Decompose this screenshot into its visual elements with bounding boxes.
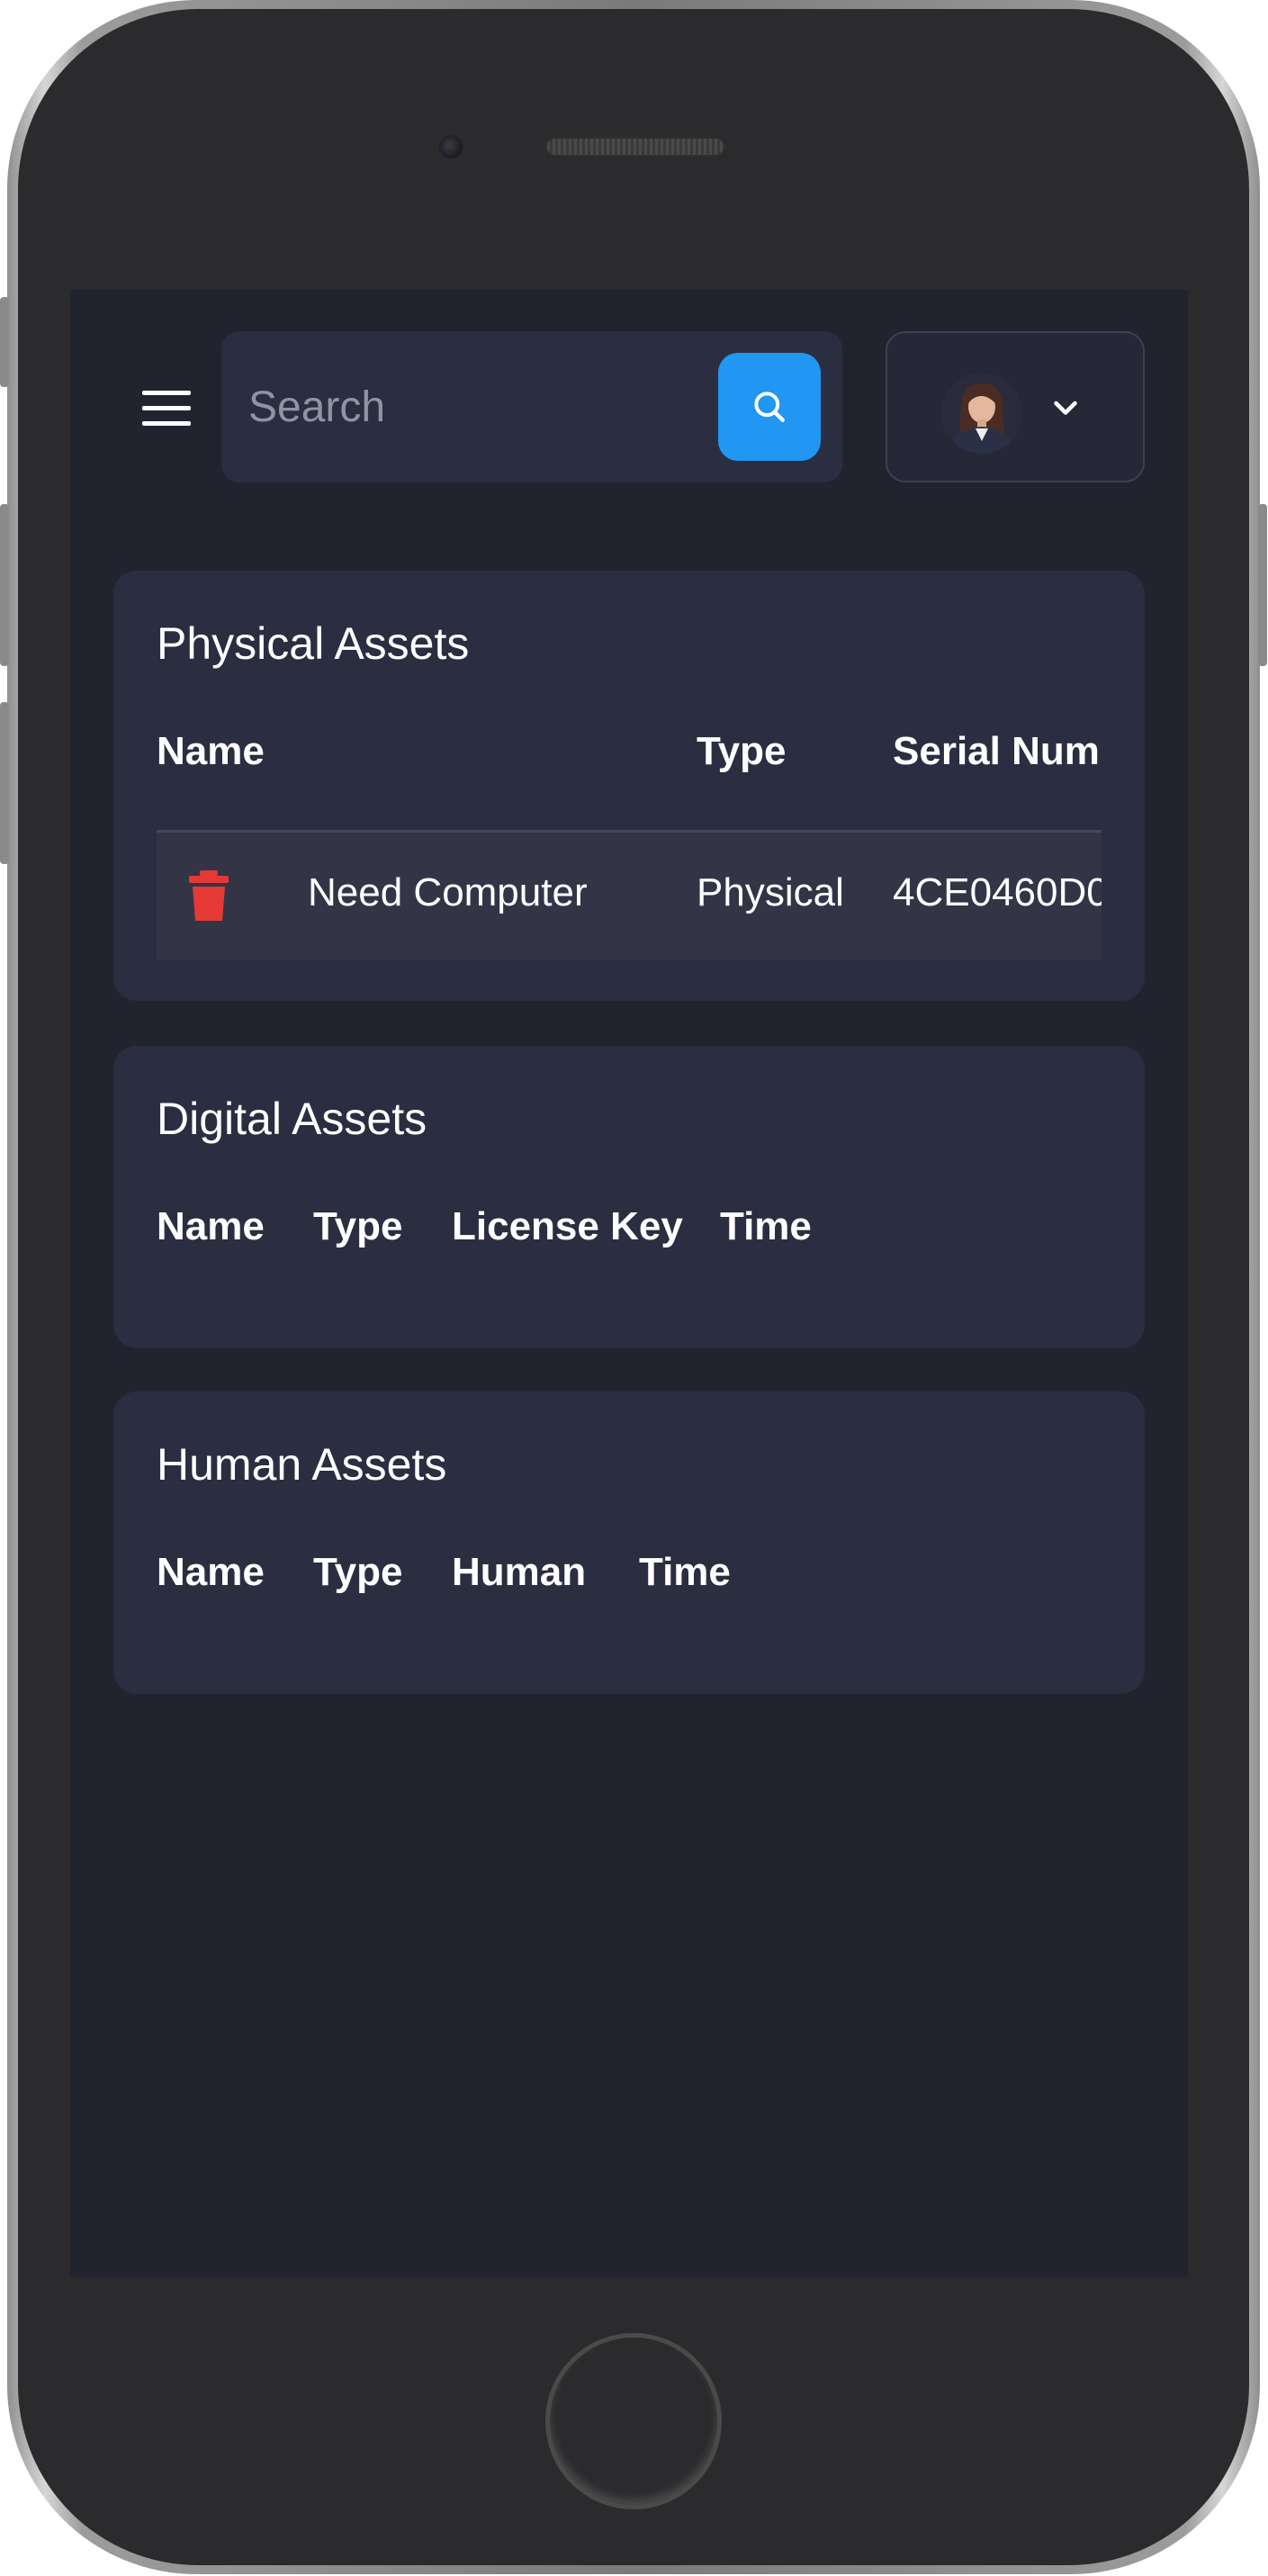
card-title: Human Assets (157, 1439, 447, 1490)
card-title: Digital Assets (157, 1094, 427, 1144)
human-assets-card: Human Assets Name Type Human Time (113, 1392, 1145, 1694)
search-icon (754, 392, 785, 422)
column-header-name: Name (157, 729, 265, 773)
digital-assets-card: Digital Assets Name Type License Key Tim… (113, 1046, 1145, 1348)
home-button[interactable] (545, 2333, 722, 2509)
phone-side-button (0, 297, 9, 387)
column-header-name: Name (157, 1204, 265, 1248)
asset-serial: 4CE0460D0 (893, 870, 1102, 914)
hamburger-menu-icon[interactable] (142, 391, 191, 427)
physical-assets-card: Physical Assets Name Type Serial Num Nee… (113, 571, 1145, 1001)
asset-type: Physical (697, 870, 844, 914)
column-header-type: Type (313, 1204, 403, 1248)
column-header-human: Human (452, 1550, 587, 1594)
column-header-name: Name (157, 1550, 265, 1594)
column-header-license-key: License Key (452, 1204, 683, 1248)
table-row: Need Computer Physical 4CE0460D0 (157, 830, 1102, 959)
phone-side-button (1258, 504, 1267, 666)
column-header-time: Time (639, 1550, 731, 1594)
asset-name: Need Computer (308, 870, 588, 914)
phone-side-button (0, 702, 9, 864)
earpiece-speaker (545, 137, 725, 157)
search-button[interactable] (718, 353, 821, 461)
column-header-serial: Serial Num (893, 729, 1100, 773)
phone-side-button (0, 504, 9, 666)
chevron-down-icon (1054, 401, 1077, 415)
profile-menu-button[interactable] (886, 331, 1145, 482)
card-title: Physical Assets (157, 618, 470, 669)
app-screen: Physical Assets Name Type Serial Num Nee… (70, 290, 1188, 2277)
front-camera (439, 135, 463, 158)
search-input[interactable] (248, 371, 698, 443)
avatar (941, 373, 1022, 454)
column-header-time: Time (720, 1204, 812, 1248)
column-header-type: Type (313, 1550, 403, 1594)
column-header-type: Type (697, 729, 787, 773)
search-bar (221, 331, 842, 482)
trash-icon[interactable] (189, 870, 229, 921)
